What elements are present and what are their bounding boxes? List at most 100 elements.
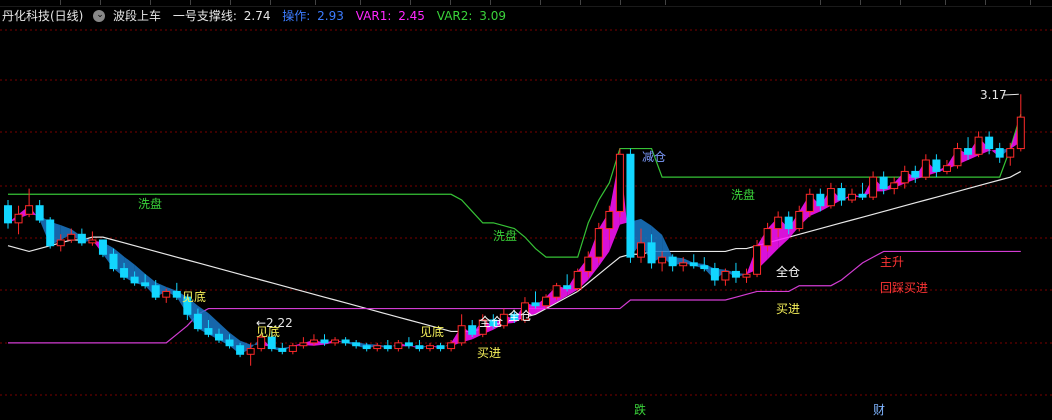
candle-body: [1016, 116, 1025, 150]
candle-body: [56, 239, 65, 247]
bottom-label: 见底: [256, 324, 280, 339]
buy-label: 买进: [776, 302, 800, 316]
candle-body: [974, 136, 983, 155]
candle-body: [995, 148, 1004, 158]
candle-body: [742, 273, 751, 278]
candle-body: [774, 216, 783, 230]
candle-body: [805, 193, 814, 212]
candle-body: [236, 345, 245, 355]
candle-body: [426, 345, 434, 350]
wealth-label: 财: [873, 403, 885, 417]
candle-body: [35, 205, 44, 221]
high-price-arrow: [1003, 93, 1019, 96]
high-price-label: 3.17: [980, 88, 1007, 102]
candle-body: [215, 333, 223, 341]
candle-body: [964, 148, 973, 155]
wash-label: 洗盘: [138, 196, 162, 211]
candle-body: [647, 242, 656, 264]
candle-body: [900, 170, 909, 184]
bottom-label: 见底: [182, 289, 206, 304]
candle-body: [88, 239, 97, 244]
candle-body: [837, 188, 846, 201]
candle-body: [858, 193, 867, 198]
support-line: [8, 250, 1021, 344]
candle-body: [299, 342, 308, 347]
candle-body: [172, 290, 181, 298]
candle-body: [637, 242, 645, 258]
candle-body: [77, 233, 86, 244]
main-rise-label: 主升: [880, 255, 904, 269]
candle-body: [404, 342, 413, 347]
candle-body: [921, 159, 930, 178]
candle-body: [98, 239, 107, 255]
candle-body: [109, 253, 118, 270]
candle-body: [826, 188, 835, 207]
candle-body: [468, 325, 477, 335]
candle-body: [151, 285, 160, 298]
wash-label: 洗盘: [493, 228, 517, 243]
full-position-label: 全仓: [508, 308, 532, 323]
candle-body: [605, 210, 614, 230]
candle-body: [795, 210, 804, 230]
support-polyline: [8, 250, 1021, 344]
candle-body: [309, 339, 318, 344]
white-ma-line: [7, 170, 1022, 333]
candle-body: [763, 228, 772, 247]
candle-body: [668, 256, 677, 267]
pullback-buy-label: 回踩买进: [880, 281, 928, 295]
candle-body: [531, 302, 540, 307]
candle-body: [373, 345, 382, 350]
candle-body: [584, 256, 593, 272]
candle-body: [288, 345, 297, 352]
candle-body: [246, 348, 255, 355]
white-polyline: [7, 170, 1022, 333]
candle-body: [573, 270, 582, 290]
candle-body: [394, 342, 403, 350]
candle-body: [658, 256, 667, 264]
candle-body: [352, 342, 361, 347]
candle-body: [784, 216, 793, 230]
candle-body: [753, 245, 762, 275]
candle-body: [879, 176, 888, 190]
candle-body: [278, 348, 287, 352]
full-position-label: 全仓: [776, 264, 800, 279]
candle-body: [932, 159, 941, 172]
candle-body: [67, 233, 76, 241]
candle-body: [985, 136, 994, 150]
candle-body: [626, 153, 635, 258]
candle-body: [320, 339, 329, 344]
candle-body: [457, 325, 466, 344]
candle-body: [816, 193, 825, 207]
grid-lines: [0, 29, 1052, 396]
candle-body: [869, 176, 878, 198]
candle-body: [25, 205, 34, 215]
candle-body: [953, 148, 962, 167]
candle-body: [4, 205, 12, 224]
candle-body: [46, 219, 55, 247]
candle-body: [689, 262, 698, 267]
full-position-label: 全仓: [479, 314, 503, 329]
reduce-position-label: 减仓: [642, 150, 666, 164]
candle-body: [447, 342, 456, 350]
candle-body: [731, 270, 740, 278]
buy-label: 买进: [477, 346, 501, 360]
bottom-label: 见底: [420, 324, 444, 339]
candle-body: [700, 265, 709, 270]
candle-body: [141, 282, 150, 287]
candle-body: [362, 345, 371, 350]
candle-body: [383, 345, 392, 350]
candle-body: [341, 339, 350, 344]
candle-body: [615, 153, 624, 212]
candle-body: [415, 345, 424, 350]
candle-body: [542, 296, 551, 307]
candle-body: [204, 328, 213, 335]
candle-body: [436, 345, 445, 350]
candle-body: [679, 262, 688, 267]
candle-body: [1006, 148, 1015, 158]
candle-body: [162, 290, 171, 298]
candle-body: [563, 285, 572, 290]
candle-body: [193, 313, 202, 330]
candle-body: [710, 268, 719, 281]
wash-label: 洗盘: [731, 187, 755, 202]
candle-body: [225, 339, 234, 347]
